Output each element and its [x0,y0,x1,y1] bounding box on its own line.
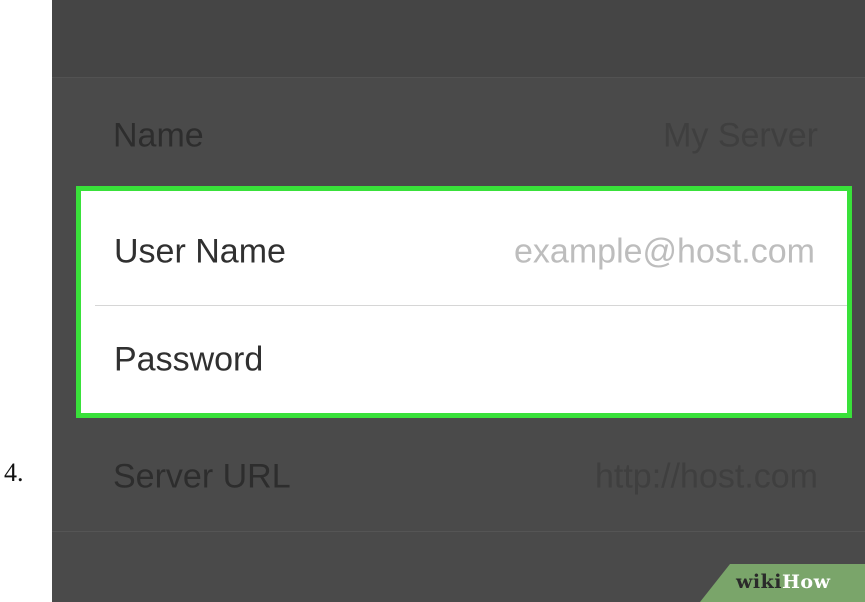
user-name-field[interactable]: example@host.com [514,232,815,271]
watermark-wiki: wiki [736,571,782,593]
watermark-text: wikiHow [736,571,830,593]
top-bar [52,0,865,78]
server-url-value[interactable]: http://host.com [595,458,818,497]
password-label: Password [114,340,264,378]
user-name-row[interactable]: User Name example@host.com [81,196,847,307]
highlighted-credentials-box: User Name example@host.com Password [76,186,852,418]
user-name-label: User Name [114,232,286,270]
step-number: 4. [4,458,24,487]
name-label: Name [113,116,204,155]
name-value[interactable]: My Server [663,117,818,156]
bottom-divider [52,531,865,532]
server-url-label: Server URL [113,457,291,496]
name-row[interactable]: Name My Server [52,84,865,188]
password-row[interactable]: Password [81,304,847,415]
server-url-row[interactable]: Server URL http://host.com [52,425,865,529]
watermark-how: How [781,571,831,593]
